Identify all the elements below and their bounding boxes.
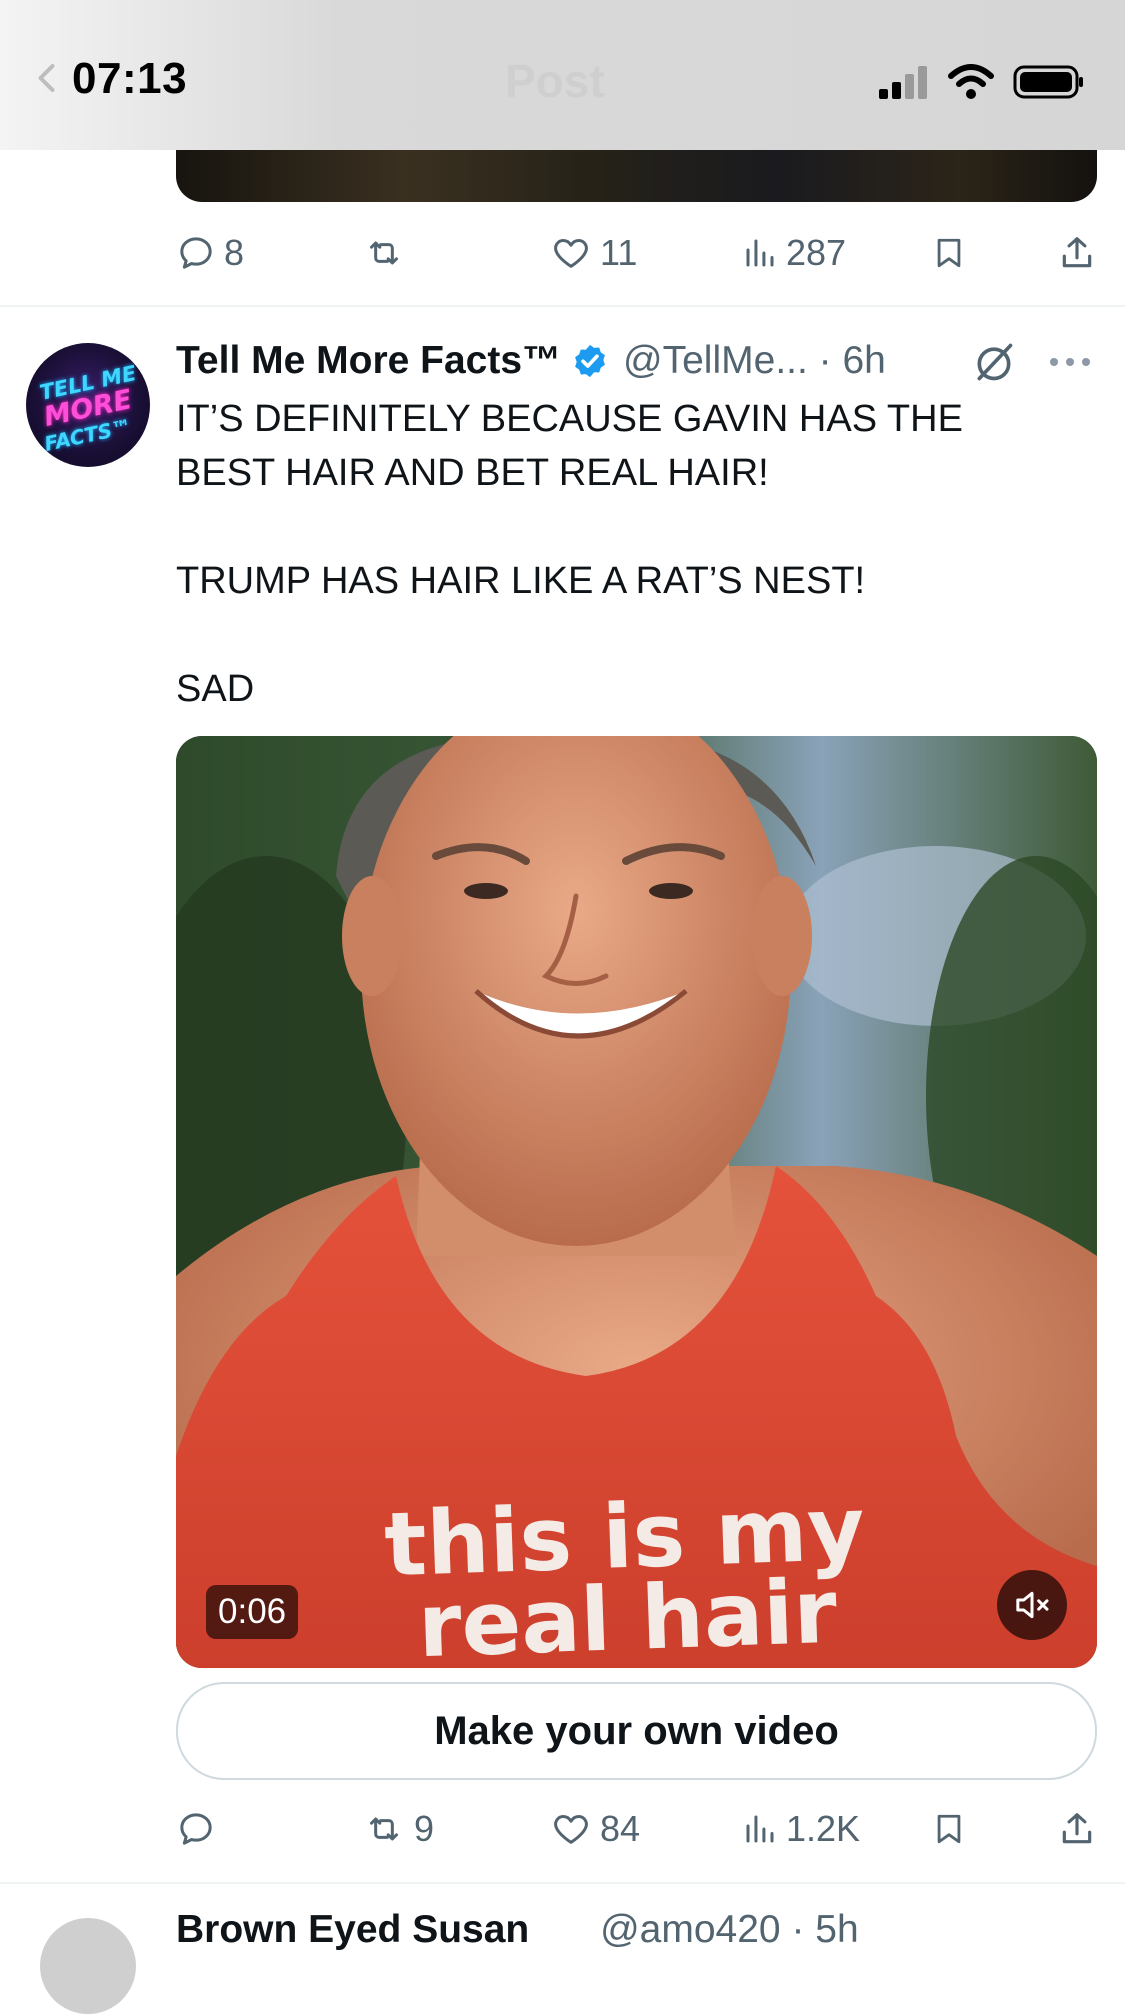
mute-button[interactable] bbox=[997, 1570, 1067, 1640]
avatar[interactable] bbox=[40, 1918, 136, 2014]
author-handle-time: @TellMe... · 6h bbox=[623, 339, 886, 382]
post-paragraph: IT’S DEFINITELY BECAUSE GAVIN HAS THE BE… bbox=[176, 398, 963, 494]
battery-icon bbox=[1013, 65, 1083, 99]
reply-button[interactable]: 8 bbox=[176, 228, 244, 278]
author-name[interactable]: Brown Eyed Susan bbox=[176, 1908, 529, 1951]
shirt-text: this is my real hair bbox=[323, 1477, 928, 1668]
like-count: 11 bbox=[600, 232, 638, 273]
views-button[interactable]: 287 bbox=[742, 228, 846, 278]
video-duration: 0:06 bbox=[206, 1585, 299, 1639]
post-actions: 9 84 1.2K bbox=[176, 1804, 1097, 1854]
speaker-muted-icon bbox=[1016, 1591, 1049, 1619]
share-button[interactable] bbox=[1058, 1804, 1096, 1854]
like-button[interactable]: 84 bbox=[550, 1804, 640, 1854]
post-header: Tell Me More Facts™ @TellMe... · 6h bbox=[176, 336, 886, 386]
status-bar: 07:13 Post bbox=[0, 0, 1125, 150]
bookmark-icon bbox=[937, 238, 961, 268]
more-options-icon[interactable] bbox=[1048, 352, 1092, 372]
status-icons bbox=[877, 62, 1085, 102]
analytics-icon bbox=[746, 1815, 774, 1843]
share-button[interactable] bbox=[1058, 228, 1096, 278]
wifi-icon bbox=[948, 64, 994, 99]
reply-icon bbox=[180, 237, 212, 269]
heart-icon bbox=[554, 1815, 588, 1844]
divider bbox=[0, 1882, 1125, 1884]
reply-count: 8 bbox=[224, 232, 245, 273]
like-count: 84 bbox=[600, 1808, 641, 1849]
post-paragraph: SAD bbox=[176, 668, 255, 710]
repost-icon bbox=[370, 241, 398, 265]
share-icon bbox=[1062, 237, 1092, 268]
make-your-own-video-button[interactable]: Make your own video bbox=[176, 1682, 1097, 1780]
avatar[interactable]: TELL ME MORE FACTS™ bbox=[26, 343, 150, 467]
author-handle-time: @amo420 · 5h bbox=[600, 1908, 859, 1951]
heart-icon bbox=[554, 239, 588, 268]
previous-post-media[interactable] bbox=[176, 150, 1097, 202]
post-text: IT’S DEFINITELY BECAUSE GAVIN HAS THE BE… bbox=[176, 392, 1056, 716]
repost-button[interactable]: 9 bbox=[362, 1804, 434, 1854]
views-count: 287 bbox=[786, 232, 847, 273]
back-arrow-icon[interactable] bbox=[30, 58, 66, 98]
views-count: 1.2K bbox=[786, 1808, 861, 1849]
views-button[interactable]: 1.2K bbox=[742, 1804, 860, 1854]
status-time: 07:13 bbox=[72, 54, 188, 103]
bookmark-icon bbox=[937, 1814, 961, 1844]
repost-count: 9 bbox=[414, 1808, 435, 1849]
bookmark-button[interactable] bbox=[932, 228, 966, 278]
reply-button[interactable] bbox=[176, 1804, 224, 1854]
grok-icon[interactable] bbox=[972, 340, 1016, 384]
post-paragraph: TRUMP HAS HAIR LIKE A RAT’S NEST! bbox=[176, 560, 866, 602]
analytics-icon bbox=[746, 239, 774, 267]
repost-icon bbox=[370, 1817, 398, 1841]
previous-post-actions: 8 11 287 bbox=[176, 228, 1097, 278]
reply-icon bbox=[180, 1813, 212, 1845]
repost-button[interactable] bbox=[362, 228, 414, 278]
like-button[interactable]: 11 bbox=[550, 228, 637, 278]
author-name[interactable]: Tell Me More Facts™ bbox=[176, 339, 561, 383]
bookmark-button[interactable] bbox=[932, 1804, 966, 1854]
cellular-signal-icon bbox=[879, 66, 927, 99]
page-title: Post bbox=[505, 55, 605, 107]
verified-badge-icon bbox=[575, 344, 605, 378]
video-player[interactable]: this is my real hair 0:06 bbox=[176, 736, 1097, 1668]
divider bbox=[0, 305, 1125, 307]
next-post-header: Brown Eyed Susan @amo420 · 5h bbox=[176, 1908, 859, 1952]
share-icon bbox=[1062, 1813, 1092, 1844]
